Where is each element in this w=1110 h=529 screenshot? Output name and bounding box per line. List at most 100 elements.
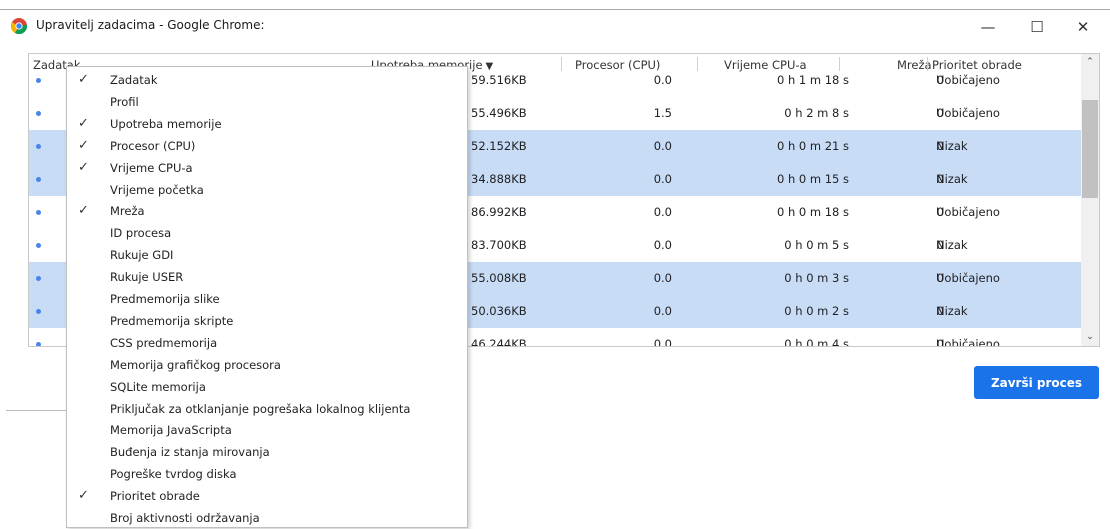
menu-item[interactable]: ✓ Procesor (CPU) <box>67 135 467 157</box>
cell-memory: 55.008KB <box>471 271 527 285</box>
process-dot-icon <box>36 177 41 182</box>
menu-item[interactable]: Pogreške tvrdog diska <box>67 463 467 485</box>
process-dot-icon <box>36 210 41 215</box>
close-button[interactable]: ✕ <box>1060 10 1106 44</box>
cell-memory: 55.496KB <box>471 106 527 120</box>
maximize-icon: ☐ <box>1030 18 1044 36</box>
minimize-button[interactable]: — <box>965 10 1011 44</box>
menu-item[interactable]: Predmemorija slike <box>67 288 467 310</box>
cell-cpu-time: 0 h 0 m 5 s <box>784 238 849 252</box>
maximize-button[interactable]: ☐ <box>1014 10 1060 44</box>
cell-priority: Uobičajeno <box>936 106 1000 120</box>
header-separator[interactable] <box>927 57 928 71</box>
checkmark-icon: ✓ <box>78 115 89 131</box>
cell-cpu: 0.0 <box>653 139 672 153</box>
menu-item-label: Vrijeme početka <box>110 182 204 197</box>
checkmark-icon: ✓ <box>78 159 89 175</box>
close-icon: ✕ <box>1076 18 1090 36</box>
menu-item[interactable]: ✓ Prioritet obrade <box>67 485 467 507</box>
process-dot-icon <box>36 342 41 346</box>
menu-item-label: Buđenja iz stanja mirovanja <box>110 445 270 460</box>
menu-item[interactable]: Rukuje USER <box>67 266 467 288</box>
minimize-icon: — <box>980 18 996 36</box>
chrome-icon <box>11 18 27 34</box>
header-priority[interactable]: Prioritet obrade <box>932 57 1022 73</box>
menu-item[interactable]: SQLite memorija <box>67 376 467 398</box>
menu-item-label: Pogreške tvrdog diska <box>110 467 237 482</box>
header-cpu-time[interactable]: Vrijeme CPU-a <box>724 57 807 73</box>
menu-item-label: Mreža <box>110 204 145 219</box>
menu-item-label: Memorija JavaScripta <box>110 423 232 438</box>
header-separator[interactable] <box>561 57 562 71</box>
vertical-scrollbar[interactable]: ⌃ ⌄ <box>1081 54 1099 346</box>
menu-item-label: Predmemorija slike <box>110 292 220 306</box>
menu-item[interactable]: Buđenja iz stanja mirovanja <box>67 441 467 463</box>
menu-item[interactable]: ✓ Mreža <box>67 200 467 222</box>
menu-item-label: Vrijeme CPU-a <box>110 160 193 175</box>
menu-item[interactable]: Vrijeme početka <box>67 179 467 201</box>
process-dot-icon <box>36 144 41 149</box>
end-process-button[interactable]: Završi proces <box>974 366 1099 399</box>
process-dot-icon <box>36 243 41 248</box>
cell-cpu-time: 0 h 0 m 2 s <box>784 304 849 318</box>
cell-memory: 50.036KB <box>471 304 527 318</box>
menu-item[interactable]: Memorija JavaScripta <box>67 419 467 441</box>
cell-cpu: 0.0 <box>653 271 672 285</box>
menu-item[interactable]: Rukuje GDI <box>67 244 467 266</box>
cell-cpu-time: 0 h 2 m 8 s <box>784 106 849 120</box>
process-dot-icon <box>36 111 41 116</box>
cell-priority: Nizak <box>936 139 968 153</box>
cell-cpu: 0.0 <box>653 205 672 219</box>
process-dot-icon <box>36 309 41 314</box>
title-bar: Upravitelj zadacima - Google Chrome: — ☐… <box>0 10 1110 44</box>
checkmark-icon: ✓ <box>78 488 89 504</box>
cell-priority: Uobičajeno <box>936 205 1000 219</box>
menu-item[interactable]: ✓ Vrijeme CPU-a <box>67 157 467 179</box>
header-separator[interactable] <box>839 57 840 71</box>
menu-item[interactable]: Profil <box>67 91 467 113</box>
cell-priority: Nizak <box>936 304 968 318</box>
menu-item[interactable]: Memorija grafičkog procesora <box>67 354 467 376</box>
cell-cpu: 0.0 <box>653 337 672 347</box>
divider <box>6 410 66 411</box>
header-cpu[interactable]: Procesor (CPU) <box>575 57 660 73</box>
cell-priority: Nizak <box>936 172 968 186</box>
checkmark-icon: ✓ <box>78 203 89 219</box>
menu-item[interactable]: ✓ Upotreba memorije <box>67 113 467 135</box>
scroll-down-icon[interactable]: ⌄ <box>1081 329 1099 345</box>
menu-item-label: Memorija grafičkog procesora <box>110 357 281 372</box>
menu-item-label: Zadatak <box>110 73 158 87</box>
sort-descending-icon: ▼ <box>485 61 494 72</box>
process-dot-icon <box>36 276 41 281</box>
cell-memory: 83.700KB <box>471 238 527 252</box>
menu-item-label: SQLite memorija <box>110 379 206 394</box>
menu-item-label: Prioritet obrade <box>110 489 200 504</box>
cell-priority: Nizak <box>936 238 968 252</box>
cell-memory: 46.244KB <box>471 337 527 347</box>
menu-item[interactable]: CSS predmemorija <box>67 332 467 354</box>
menu-item[interactable]: ✓ Zadatak <box>67 69 467 91</box>
menu-item-label: Priključak za otklanjanje pogrešaka loka… <box>110 401 411 416</box>
cell-priority: Uobičajeno <box>936 271 1000 285</box>
process-dot-icon <box>36 78 41 83</box>
cell-cpu: 1.5 <box>653 106 672 120</box>
window-title: Upravitelj zadacima - Google Chrome: <box>36 18 265 32</box>
menu-item-label: Predmemorija skripte <box>110 313 234 328</box>
menu-item[interactable]: Priključak za otklanjanje pogrešaka loka… <box>67 398 467 420</box>
menu-item-label: Profil <box>110 94 139 109</box>
cell-memory: 52.152KB <box>471 139 527 153</box>
menu-item-label: Upotreba memorije <box>110 116 222 131</box>
cell-cpu-time: 0 h 0 m 4 s <box>784 337 849 347</box>
column-context-menu: ✓ Zadatak Profil ✓ Upotreba memorije ✓ Proceso… <box>66 66 468 528</box>
menu-item-label: CSS predmemorija <box>110 335 218 350</box>
scroll-thumb[interactable] <box>1082 100 1098 198</box>
menu-item[interactable]: Predmemorija skripte <box>67 310 467 332</box>
menu-item[interactable]: ID procesa <box>67 222 467 244</box>
header-separator[interactable] <box>697 57 698 71</box>
cell-cpu-time: 0 h 0 m 3 s <box>784 271 849 285</box>
menu-item-label: Rukuje GDI <box>110 248 174 263</box>
checkmark-icon: ✓ <box>78 72 89 87</box>
menu-item-label: Rukuje USER <box>110 270 184 285</box>
cell-cpu-time: 0 h 0 m 18 s <box>776 205 849 219</box>
scroll-up-icon[interactable]: ⌃ <box>1081 54 1099 70</box>
